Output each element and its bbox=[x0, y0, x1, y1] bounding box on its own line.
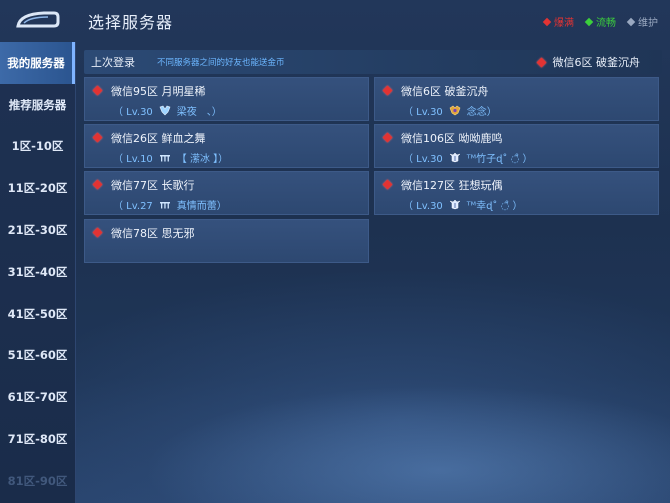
character-name: 念念） bbox=[466, 107, 497, 118]
sidebar-item-zone-71-80[interactable]: 71区-80区 bbox=[0, 418, 75, 460]
full-status-icon bbox=[92, 179, 103, 190]
sidebar-item-zone-51-60[interactable]: 51区-60区 bbox=[0, 335, 75, 377]
sidebar-item-zone-11-20[interactable]: 11区-20区 bbox=[0, 167, 75, 209]
server-card[interactable]: 微信95区 月明星稀 （ Lv.30 梁夜 、） bbox=[84, 77, 369, 121]
rank-gold-icon bbox=[449, 105, 461, 116]
full-status-icon bbox=[542, 17, 552, 26]
maintenance-status-icon bbox=[626, 17, 636, 26]
sidebar-item-zone-41-50[interactable]: 41区-50区 bbox=[0, 293, 75, 335]
legend-full-label: 爆满 bbox=[554, 18, 574, 29]
character-name: 梁夜 、） bbox=[176, 107, 222, 118]
server-name: 微信78区 思无邪 bbox=[111, 227, 195, 240]
server-card[interactable]: 微信26区 鲜血之舞 （ Lv.10 【 潆冰 】） bbox=[84, 124, 369, 168]
sidebar-item-zone-61-70[interactable]: 61区-70区 bbox=[0, 376, 75, 418]
header: 选择服务器 爆满 流畅 维护 bbox=[0, 0, 670, 44]
page-title: 选择服务器 bbox=[88, 13, 174, 32]
rank-platinum-icon bbox=[449, 152, 460, 163]
sidebar-item-my-servers[interactable]: 我的服务器 bbox=[0, 42, 75, 84]
last-login-title: 上次登录 bbox=[91, 56, 135, 69]
smooth-status-icon bbox=[584, 17, 594, 26]
character-level: （ Lv.30 bbox=[403, 107, 443, 118]
full-status-icon bbox=[382, 132, 393, 143]
server-name: 微信106区 呦呦鹿鸣 bbox=[401, 132, 503, 145]
full-status-icon bbox=[92, 132, 103, 143]
back-button[interactable] bbox=[14, 6, 60, 36]
character-level: （ Lv.10 bbox=[113, 154, 153, 165]
server-name: 微信77区 长歌行 bbox=[111, 179, 195, 192]
legend-smooth: 流畅 bbox=[584, 14, 616, 29]
full-status-icon bbox=[382, 179, 393, 190]
server-name: 微信6区 破釜沉舟 bbox=[401, 85, 489, 98]
full-status-icon bbox=[536, 57, 546, 67]
last-login-server-name: 微信6区 破釜沉舟 bbox=[552, 56, 641, 69]
character-level: （ Lv.27 bbox=[113, 201, 153, 212]
sidebar-item-recommended[interactable]: 推荐服务器 bbox=[0, 84, 75, 126]
server-card[interactable]: 微信78区 思无邪 bbox=[84, 219, 369, 263]
legend-full: 爆满 bbox=[542, 14, 574, 29]
back-arrow-icon bbox=[16, 11, 60, 28]
server-name: 微信127区 狂想玩偶 bbox=[401, 179, 503, 192]
character-name: 【 潆冰 】） bbox=[176, 154, 229, 165]
sidebar-item-zone-81-90[interactable]: 81区-90区 bbox=[0, 460, 75, 502]
server-card[interactable]: 微信6区 破釜沉舟 （ Lv.30 念念） bbox=[374, 77, 659, 121]
server-card[interactable]: 微信106区 呦呦鹿鸣 （ Lv.30 ᵀᴹ竹子ɖ˚ ◌̊ ） bbox=[374, 124, 659, 168]
character-name: ᵀᴹ竹子ɖ˚ ◌̊ ） bbox=[466, 154, 533, 165]
status-legend: 爆满 流畅 维护 bbox=[542, 14, 658, 29]
character-name: 真情而蕾） bbox=[176, 201, 227, 212]
last-login-bar[interactable]: 上次登录 不同服务器之间的好友也能送金币 微信6区 破釜沉舟 bbox=[84, 50, 662, 74]
full-status-icon bbox=[382, 85, 393, 96]
character-info: （ Lv.30 ᵀᴹ幸ɖ˚ ◌̊ ） bbox=[403, 197, 523, 212]
full-status-icon bbox=[92, 227, 103, 238]
server-name: 微信26区 鲜血之舞 bbox=[111, 132, 206, 145]
legend-maintenance-label: 维护 bbox=[638, 18, 658, 29]
server-card[interactable]: 微信127区 狂想玩偶 （ Lv.30 ᵀᴹ幸ɖ˚ ◌̊ ） bbox=[374, 171, 659, 215]
character-info: （ Lv.30 梁夜 、） bbox=[113, 103, 222, 118]
sidebar: 我的服务器 推荐服务器 1区-10区 11区-20区 21区-30区 31区-4… bbox=[0, 42, 76, 503]
character-info: （ Lv.10 【 潆冰 】） bbox=[113, 150, 228, 165]
character-info: （ Lv.30 ᵀᴹ竹子ɖ˚ ◌̊ ） bbox=[403, 150, 533, 165]
rank-bronze-icon bbox=[159, 202, 170, 209]
character-level: （ Lv.30 bbox=[113, 107, 153, 118]
sidebar-item-zone-1-10[interactable]: 1区-10区 bbox=[0, 126, 75, 168]
legend-smooth-label: 流畅 bbox=[596, 18, 616, 29]
rank-platinum-icon bbox=[449, 199, 460, 210]
server-card[interactable]: 微信77区 长歌行 （ Lv.27 真情而蕾） bbox=[84, 171, 369, 215]
character-level: （ Lv.30 bbox=[403, 154, 443, 165]
last-login-server[interactable]: 微信6区 破釜沉舟 bbox=[536, 54, 641, 70]
character-info: （ Lv.27 真情而蕾） bbox=[113, 197, 227, 212]
rank-diamond-icon bbox=[159, 105, 171, 116]
character-level: （ Lv.30 bbox=[403, 201, 443, 212]
server-name: 微信95区 月明星稀 bbox=[111, 85, 206, 98]
sidebar-item-zone-21-30[interactable]: 21区-30区 bbox=[0, 209, 75, 251]
character-name: ᵀᴹ幸ɖ˚ ◌̊ ） bbox=[466, 201, 523, 212]
rank-bronze-icon bbox=[159, 155, 170, 162]
character-info: （ Lv.30 念念） bbox=[403, 103, 497, 118]
full-status-icon bbox=[92, 85, 103, 96]
legend-maintenance: 维护 bbox=[626, 14, 658, 29]
last-login-hint: 不同服务器之间的好友也能送金币 bbox=[157, 58, 285, 68]
sidebar-item-zone-31-40[interactable]: 31区-40区 bbox=[0, 251, 75, 293]
